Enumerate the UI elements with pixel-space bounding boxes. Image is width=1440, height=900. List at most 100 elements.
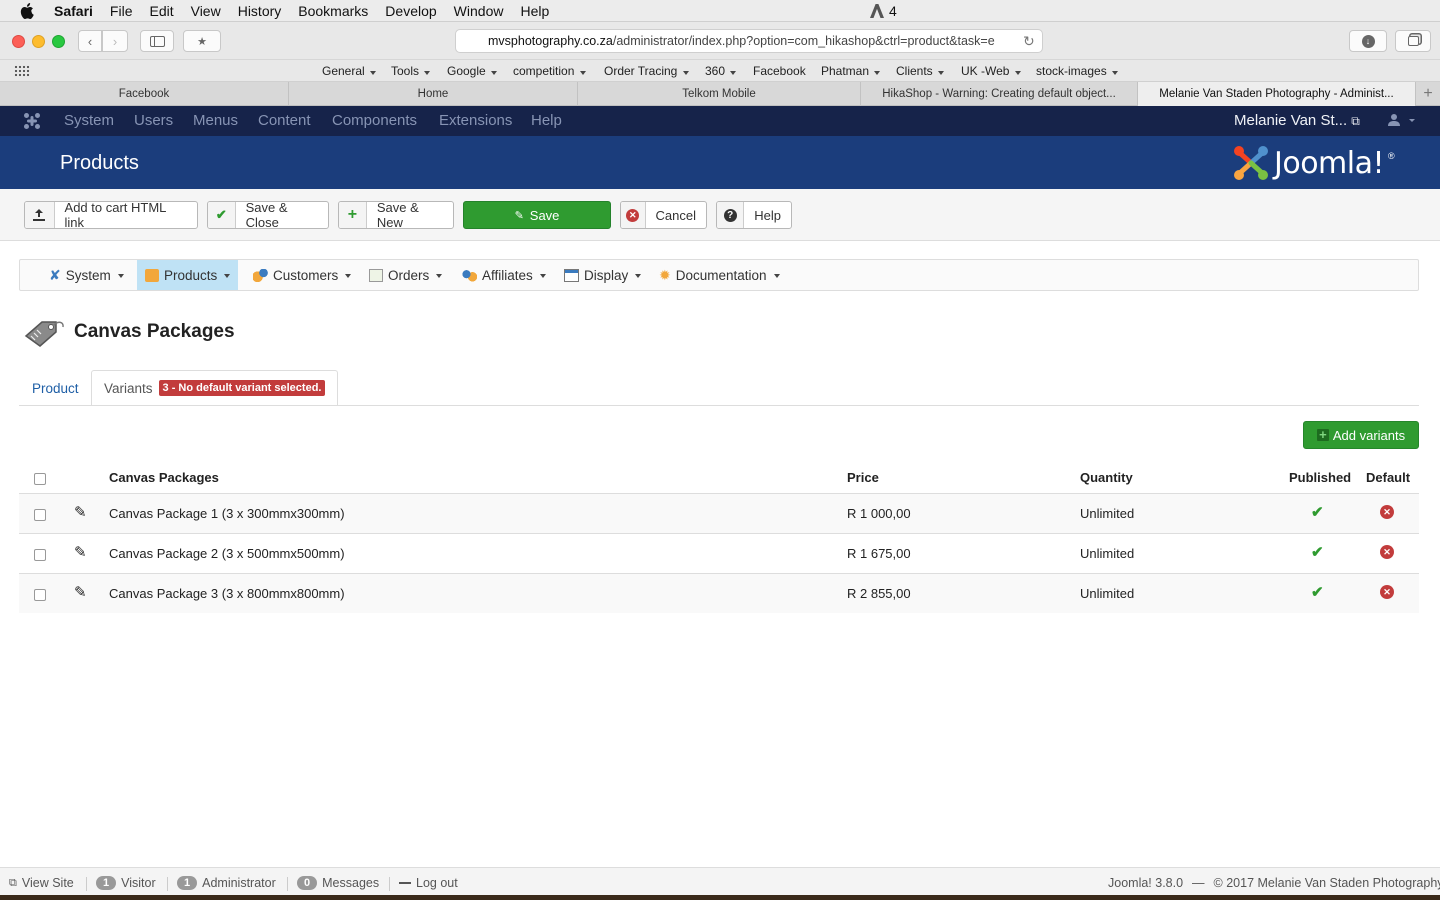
variant-name: Canvas Package 2 (3 x 500mmx500mm) [109, 546, 345, 561]
row-checkbox[interactable] [34, 509, 46, 521]
help-button[interactable]: ? Help [716, 201, 792, 229]
hika-menu-display[interactable]: Display [556, 260, 649, 290]
adobe-icon [870, 4, 884, 18]
box-icon [145, 268, 159, 282]
address-bar[interactable]: mvsphotography.co.za/administrator/index… [455, 29, 1043, 53]
fav-facebook[interactable]: Facebook [753, 64, 806, 78]
tab-overview-button[interactable] [1395, 30, 1431, 52]
logout-link[interactable]: Log out [399, 876, 458, 890]
menu-develop[interactable]: Develop [385, 3, 436, 19]
fav-tools[interactable]: Tools [391, 64, 431, 78]
published-check-icon[interactable]: ✔ [1311, 583, 1324, 601]
fav-competition[interactable]: competition [513, 64, 586, 78]
page-header: Products Joomla! ® [0, 136, 1440, 189]
hika-menu-system[interactable]: ✘ System [41, 260, 132, 290]
documentation-icon: ✹ [659, 266, 671, 283]
default-cancel-icon[interactable]: ✕ [1380, 583, 1394, 599]
edit-pencil-icon[interactable]: ✎ [74, 543, 87, 561]
add-variants-button[interactable]: + Add variants [1303, 421, 1419, 449]
fav-clients[interactable]: Clients [896, 64, 945, 78]
status-item[interactable]: 4 [870, 3, 897, 19]
save-close-button[interactable]: ✔ Save & Close [207, 201, 329, 229]
col-header-price: Price [847, 470, 879, 485]
nav-users[interactable]: Users [134, 112, 173, 129]
fav-general[interactable]: General [322, 64, 377, 78]
close-window-icon[interactable] [12, 35, 25, 48]
new-tab-icon[interactable]: + [1416, 82, 1440, 106]
menu-window[interactable]: Window [454, 3, 504, 19]
bookmarks-button[interactable]: ★ [183, 30, 221, 52]
visitor-status[interactable]: 1 Visitor [96, 876, 156, 890]
hika-menu-customers[interactable]: Customers [245, 260, 359, 290]
edit-pencil-icon[interactable]: ✎ [74, 503, 87, 521]
admin-count: 1 [177, 876, 198, 890]
nav-components[interactable]: Components [332, 112, 417, 129]
cancel-button[interactable]: ✕ Cancel [620, 201, 707, 229]
sidebar-button[interactable] [140, 30, 174, 52]
menu-edit[interactable]: Edit [149, 3, 173, 19]
nav-help[interactable]: Help [531, 112, 562, 129]
variant-quantity: Unlimited [1080, 546, 1135, 561]
fav-360[interactable]: 360 [705, 64, 737, 78]
save-button[interactable]: ✎ Save [463, 201, 611, 229]
edit-icon: ✎ [514, 209, 524, 222]
edit-pencil-icon[interactable]: ✎ [74, 583, 87, 601]
fav-phatman[interactable]: Phatman [821, 64, 881, 78]
table-row: ✎ Canvas Package 1 (3 x 300mmx300mm) R 1… [19, 493, 1419, 533]
fav-uk-web[interactable]: UK -Web [961, 64, 1021, 78]
reload-icon[interactable]: ↻ [1023, 33, 1035, 50]
menu-bookmarks[interactable]: Bookmarks [298, 3, 368, 19]
browser-tab-telkom[interactable]: Telkom Mobile [578, 82, 861, 106]
joomla-small-logo-icon[interactable] [23, 112, 41, 134]
add-to-cart-html-button[interactable]: Add to cart HTML link [24, 201, 198, 229]
hika-menu-orders[interactable]: Orders [361, 260, 450, 290]
forward-button[interactable]: › [102, 30, 128, 52]
browser-tab-facebook[interactable]: Facebook [0, 82, 289, 106]
tab-variants[interactable]: Variants 3 - No default variant selected… [91, 370, 339, 406]
nav-system[interactable]: System [64, 112, 114, 129]
user-menu-icon[interactable] [1388, 113, 1416, 131]
tab-product[interactable]: Product [20, 370, 91, 406]
minus-icon [399, 882, 411, 884]
row-checkbox[interactable] [34, 549, 46, 561]
variant-price: R 1 000,00 [847, 506, 911, 521]
back-button[interactable]: ‹ [78, 30, 102, 52]
admin-status[interactable]: 1 Administrator [177, 876, 276, 890]
menu-help[interactable]: Help [520, 3, 549, 19]
row-checkbox[interactable] [34, 589, 46, 601]
default-cancel-icon[interactable]: ✕ [1380, 503, 1394, 519]
apple-icon[interactable] [20, 2, 36, 19]
hika-menu-affiliates[interactable]: Affiliates [454, 260, 554, 290]
downloads-button[interactable]: ↓ [1349, 30, 1387, 52]
joomla-logo: Joomla! ® [1232, 144, 1395, 182]
site-name-link[interactable]: Melanie Van St... ⧉ [1234, 112, 1360, 129]
menu-history[interactable]: History [238, 3, 282, 19]
messages-link[interactable]: 0 Messages [297, 876, 379, 890]
menu-view[interactable]: View [191, 3, 221, 19]
published-check-icon[interactable]: ✔ [1311, 503, 1324, 521]
hika-menu-documentation[interactable]: ✹ Documentation [651, 260, 788, 290]
nav-menus[interactable]: Menus [193, 112, 238, 129]
nav-extensions[interactable]: Extensions [439, 112, 512, 129]
select-all-checkbox[interactable] [34, 473, 46, 485]
nav-content[interactable]: Content [258, 112, 311, 129]
browser-tab-admin-active[interactable]: Melanie Van Staden Photography - Adminis… [1138, 82, 1416, 106]
fav-order-tracing[interactable]: Order Tracing [604, 64, 689, 78]
top-sites-icon[interactable] [14, 65, 30, 77]
published-check-icon[interactable]: ✔ [1311, 543, 1324, 561]
variant-quantity: Unlimited [1080, 586, 1135, 601]
menu-app-safari[interactable]: Safari [54, 3, 93, 19]
fav-stock-images[interactable]: stock-images [1036, 64, 1119, 78]
default-cancel-icon[interactable]: ✕ [1380, 543, 1394, 559]
zoom-window-icon[interactable] [52, 35, 65, 48]
browser-tab-hikashop-warning[interactable]: HikaShop - Warning: Creating default obj… [861, 82, 1138, 106]
separator [86, 877, 87, 891]
minimize-window-icon[interactable] [32, 35, 45, 48]
view-site-link[interactable]: ⧉ View Site [9, 876, 74, 890]
browser-tab-home[interactable]: Home [289, 82, 578, 106]
menu-file[interactable]: File [110, 3, 133, 19]
hika-menu-products[interactable]: Products [137, 260, 239, 290]
save-new-button[interactable]: + Save & New [338, 201, 454, 229]
fav-google[interactable]: Google [447, 64, 498, 78]
tools-icon: ✘ [49, 266, 61, 283]
